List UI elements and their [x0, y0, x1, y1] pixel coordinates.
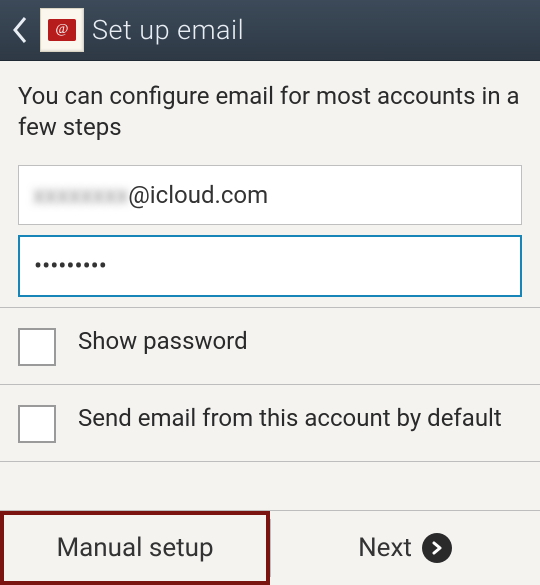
- email-domain: @icloud.com: [128, 181, 268, 209]
- email-at-icon: @: [48, 19, 76, 41]
- back-button[interactable]: [8, 10, 32, 50]
- page-title: Set up email: [92, 14, 244, 46]
- default-account-row[interactable]: Send email from this account by default: [18, 385, 522, 461]
- email-field[interactable]: xxxxxxxx@icloud.com: [18, 165, 522, 225]
- next-label: Next: [358, 533, 412, 563]
- show-password-row[interactable]: Show password: [18, 308, 522, 384]
- default-account-label: Send email from this account by default: [78, 403, 502, 433]
- default-account-checkbox[interactable]: [18, 405, 56, 443]
- chevron-right-icon: [422, 533, 452, 563]
- app-icon: @: [40, 8, 84, 52]
- email-redacted: xxxxxxxx: [33, 181, 128, 209]
- divider: [0, 461, 540, 462]
- manual-setup-label: Manual setup: [56, 533, 213, 563]
- intro-text: You can configure email for most account…: [18, 81, 522, 143]
- password-field[interactable]: •••••••••: [18, 235, 522, 297]
- show-password-checkbox[interactable]: [18, 328, 56, 366]
- manual-setup-button[interactable]: Manual setup: [0, 511, 270, 585]
- chevron-left-icon: [11, 16, 29, 44]
- show-password-label: Show password: [78, 326, 248, 356]
- password-masked: •••••••••: [34, 252, 107, 280]
- next-button[interactable]: Next: [270, 511, 540, 585]
